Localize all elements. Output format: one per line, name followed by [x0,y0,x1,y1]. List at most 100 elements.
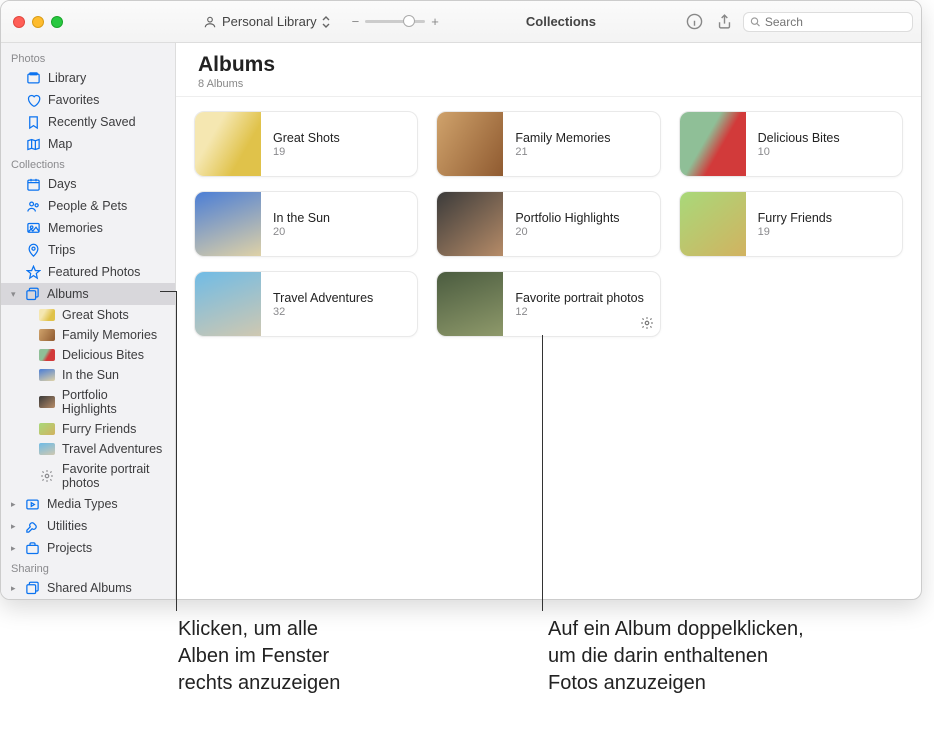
sidebar-item-days[interactable]: Days [1,173,175,195]
sidebar-section-photos: Photos [1,49,175,67]
sidebar-item-utilities[interactable]: ▸ Utilities [1,515,175,537]
sidebar-album-favorite-portrait[interactable]: Favorite portrait photos [1,459,175,493]
sidebar-item-media-types[interactable]: ▸ Media Types [1,493,175,515]
content-header: Albums 8 Albums [176,43,921,97]
calendar-icon [25,176,41,192]
sidebar-item-map[interactable]: Map [1,133,175,155]
share-button[interactable] [713,11,735,33]
gear-icon [640,316,654,330]
album-count: 19 [273,146,340,158]
album-name: Portfolio Highlights [515,211,619,225]
album-thumb-icon [39,329,55,341]
sidebar-label: Favorites [48,93,99,107]
album-thumbnail [680,191,746,257]
chevron-down-icon[interactable]: ▾ [11,289,17,300]
toolbar-title: Collections [526,14,596,29]
star-icon [25,264,41,280]
heart-icon [25,92,41,108]
library-label: Personal Library [222,14,317,29]
album-card[interactable]: Furry Friends19 [679,191,903,257]
sidebar-label: Shared Albums [47,581,132,595]
pin-icon [25,242,41,258]
album-name: Travel Adventures [273,291,373,305]
window-controls [9,16,69,28]
sidebar-album-great-shots[interactable]: Great Shots [1,305,175,325]
album-thumbnail [437,191,503,257]
chevron-right-icon[interactable]: ▸ [11,499,17,510]
content-area: Albums 8 Albums Great Shots19 Family Mem… [176,43,921,599]
close-button[interactable] [13,16,25,28]
album-count: 10 [758,146,840,158]
sidebar-item-library[interactable]: Library [1,67,175,89]
titlebar: Personal Library − + Collections [1,1,921,43]
album-name: Delicious Bites [758,131,840,145]
info-button[interactable] [683,11,705,33]
zoom-in-icon[interactable]: + [431,14,439,29]
album-card[interactable]: Portfolio Highlights20 [436,191,660,257]
album-name: In the Sun [273,211,330,225]
library-icon [25,70,41,86]
search-field[interactable] [743,12,913,32]
album-thumb-icon [39,396,55,408]
album-name: Great Shots [273,131,340,145]
library-dropdown[interactable]: Personal Library [197,12,336,31]
album-card[interactable]: Delicious Bites10 [679,111,903,177]
people-icon [25,198,41,214]
search-icon [750,16,761,28]
callout-right: Auf ein Album doppelklicken, um die dari… [548,616,804,697]
album-card[interactable]: In the Sun20 [194,191,418,257]
zoom-slider[interactable]: − + [352,14,439,29]
album-card[interactable]: Travel Adventures32 [194,271,418,337]
sidebar-item-memories[interactable]: Memories [1,217,175,239]
sidebar-item-projects[interactable]: ▸ Projects [1,537,175,559]
sidebar-album-furry-friends[interactable]: Furry Friends [1,419,175,439]
chevron-right-icon[interactable]: ▸ [11,543,17,554]
album-card[interactable]: Family Memories21 [436,111,660,177]
album-thumb-icon [39,369,55,381]
content-title: Albums [198,53,899,77]
chevron-right-icon[interactable]: ▸ [11,521,17,532]
sidebar-section-collections: Collections [1,155,175,173]
album-thumbnail [195,191,261,257]
album-count: 12 [515,306,644,318]
sidebar-album-travel-adventures[interactable]: Travel Adventures [1,439,175,459]
sidebar-album-portfolio-highlights[interactable]: Portfolio Highlights [1,385,175,419]
sidebar-item-shared-albums[interactable]: ▸ Shared Albums [1,577,175,599]
album-thumb-icon [39,443,55,455]
sidebar-item-favorites[interactable]: Favorites [1,89,175,111]
sidebar-label: Travel Adventures [62,442,162,456]
album-count: 19 [758,226,832,238]
person-icon [203,15,217,29]
album-count: 32 [273,306,373,318]
sidebar-item-trips[interactable]: Trips [1,239,175,261]
sidebar-item-albums[interactable]: ▾ Albums [1,283,175,305]
album-thumbnail [195,271,261,337]
album-card[interactable]: Great Shots19 [194,111,418,177]
sidebar-label: People & Pets [48,199,127,213]
album-thumb-icon [39,349,55,361]
memories-icon [25,220,41,236]
sidebar-item-recently-saved[interactable]: Recently Saved [1,111,175,133]
chevron-right-icon[interactable]: ▸ [11,583,17,594]
album-name: Furry Friends [758,211,832,225]
shared-icon [24,580,40,596]
album-thumbnail [437,271,503,337]
sidebar-album-in-the-sun[interactable]: In the Sun [1,365,175,385]
zoom-out-icon[interactable]: − [352,14,360,29]
album-card-smart[interactable]: Favorite portrait photos12 [436,271,660,337]
sidebar-section-sharing: Sharing [1,559,175,577]
albums-icon [24,286,40,302]
media-icon [24,496,40,512]
chevron-updown-icon [322,16,330,28]
search-input[interactable] [765,15,906,29]
minimize-button[interactable] [32,16,44,28]
sidebar-item-featured-photos[interactable]: Featured Photos [1,261,175,283]
maximize-button[interactable] [51,16,63,28]
sidebar-label: Albums [47,287,89,301]
sidebar-label: Map [48,137,72,151]
sidebar-label: Furry Friends [62,422,136,436]
sidebar-item-people-pets[interactable]: People & Pets [1,195,175,217]
sidebar-label: In the Sun [62,368,119,382]
sidebar-album-delicious-bites[interactable]: Delicious Bites [1,345,175,365]
sidebar-album-family-memories[interactable]: Family Memories [1,325,175,345]
